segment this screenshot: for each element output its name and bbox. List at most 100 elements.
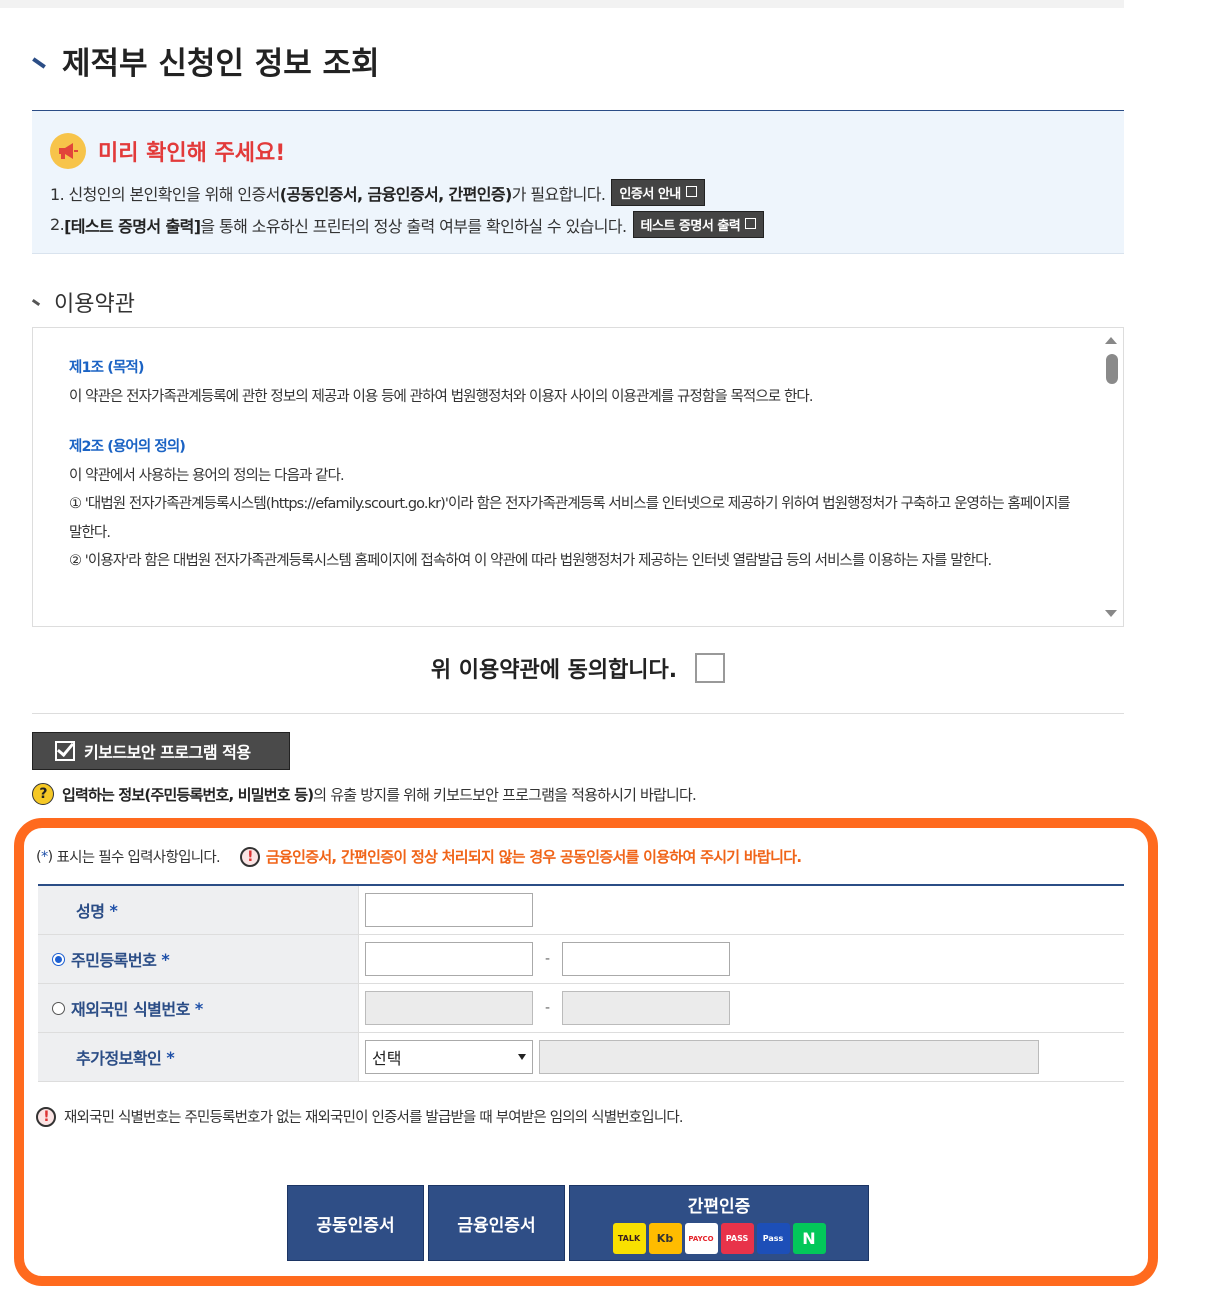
notice-line-2-pre: 2. bbox=[50, 215, 65, 234]
keyboard-note-bold: 입력하는 정보(주민등록번호, 비밀번호 등) bbox=[62, 785, 314, 804]
article-line: ① '대법원 전자가족관계등록시스템(https://efamily.scour… bbox=[69, 496, 1071, 541]
page-title-text: 제적부 신청인 정보 조회 bbox=[62, 46, 380, 82]
cert-guide-button[interactable]: 인증서 안내 bbox=[611, 179, 705, 206]
foreign-label-text: 재외국민 식별번호 bbox=[71, 1000, 190, 1019]
payco-icon: PAYCO bbox=[684, 1223, 718, 1254]
terms-scroll-box[interactable]: 제1조 (목적) 이 약관은 전자가족관계등록에 관한 정보의 제공과 이용 등… bbox=[32, 327, 1124, 627]
resident-cell: - bbox=[359, 935, 1124, 983]
cert-warning-text: 금융인증서, 간편인증이 정상 처리되지 않는 경우 공동인증서를 이용하여 주… bbox=[265, 848, 802, 866]
dash: - bbox=[545, 951, 551, 967]
required-suffix: ) bbox=[47, 848, 54, 865]
scroll-up-arrow-icon[interactable] bbox=[1105, 337, 1117, 344]
notice-line-2: 2. [테스트 증명서 출력] 을 통해 소유하신 프린터의 정상 출력 여부를 … bbox=[50, 211, 765, 238]
terms-content: 제1조 (목적) 이 약관은 전자가족관계등록에 관한 정보의 제공과 이용 등… bbox=[69, 354, 1079, 576]
article-title: 제2조 (용어의 정의) bbox=[69, 439, 186, 455]
finance-cert-button-label: 금융인증서 bbox=[457, 1215, 536, 1236]
extra-label: 추가정보확인 * bbox=[38, 1033, 359, 1081]
joint-cert-button-label: 공동인증서 bbox=[316, 1215, 395, 1236]
foreign-id-front-input[interactable] bbox=[365, 991, 533, 1025]
required-star: * bbox=[166, 1047, 175, 1067]
simple-auth-provider-icons: TALK Kb PAYCO PASS Pass N bbox=[612, 1223, 826, 1254]
foreign-id-note: ! 재외국민 식별번호는 주민등록번호가 없는 재외국민이 인증서를 발급받을 … bbox=[36, 1106, 684, 1127]
extra-label-text: 추가정보확인 bbox=[76, 1049, 162, 1068]
article-title: 제1조 (목적) bbox=[69, 360, 144, 376]
terms-agree-checkbox[interactable] bbox=[695, 653, 726, 683]
extra-info-input[interactable] bbox=[539, 1040, 1039, 1074]
question-icon: ? bbox=[32, 783, 54, 805]
samsung-pass-icon: Pass bbox=[756, 1223, 790, 1254]
exclamation-icon: ! bbox=[239, 846, 260, 867]
foreign-id-back-input[interactable] bbox=[562, 991, 731, 1025]
section-marker-icon bbox=[31, 298, 41, 306]
title-marker-icon bbox=[32, 56, 46, 69]
top-strip bbox=[0, 0, 1124, 8]
terms-scrollbar[interactable] bbox=[1099, 328, 1123, 626]
external-link-icon bbox=[685, 186, 697, 197]
terms-article-2: 제2조 (용어의 정의) 이 약관에서 사용하는 용어의 정의는 다음과 같다.… bbox=[69, 433, 1079, 576]
required-notice-row: (*) 표시는 필수 입력사항입니다. ! 금융인증서, 간편인증이 정상 처리… bbox=[36, 846, 802, 867]
article-line: 이 약관은 전자가족관계등록에 관한 정보의 제공과 이용 등에 관하여 법원행… bbox=[69, 388, 813, 405]
test-print-button[interactable]: 테스트 증명서 출력 bbox=[632, 211, 765, 238]
dropdown-arrow-icon bbox=[518, 1054, 526, 1060]
naver-icon: N bbox=[792, 1223, 826, 1254]
keyboard-security-button-label: 키보드보안 프로그램 적용 bbox=[84, 743, 251, 762]
terms-section-title: 이용약관 bbox=[31, 286, 135, 318]
notice-line-2-bold: [테스트 증명서 출력] bbox=[64, 216, 201, 236]
required-star: * bbox=[194, 998, 203, 1018]
name-cell bbox=[359, 886, 1124, 934]
name-label: 성명 * bbox=[38, 886, 359, 934]
page-title: 제적부 신청인 정보 조회 bbox=[32, 38, 380, 83]
resident-number-back-input[interactable] bbox=[562, 942, 731, 976]
form-row-extra: 추가정보확인 * 선택 bbox=[38, 1033, 1124, 1082]
cert-guide-button-label: 인증서 안내 bbox=[619, 187, 681, 202]
form-row-name: 성명 * bbox=[38, 886, 1124, 935]
external-link-icon bbox=[745, 218, 757, 229]
kb-icon: Kb bbox=[648, 1223, 682, 1254]
keyboard-note-rest: 의 유출 방지를 위해 키보드보안 프로그램을 적용하시기 바랍니다. bbox=[313, 785, 697, 804]
notice-header: 미리 확인해 주세요! bbox=[50, 133, 285, 169]
checkbox-checked-icon bbox=[55, 741, 75, 761]
resident-label: 주민등록번호 * bbox=[38, 935, 359, 983]
foreign-cell: - bbox=[359, 984, 1124, 1032]
required-star: * bbox=[109, 900, 118, 920]
scroll-down-arrow-icon[interactable] bbox=[1105, 610, 1117, 617]
notice-line-1: 1. 신청인의 본인확인을 위해 인증서 (공동인증서, 금융인증서, 간편인증)… bbox=[50, 179, 705, 206]
kakao-talk-icon: TALK bbox=[612, 1223, 646, 1254]
required-star: * bbox=[161, 949, 170, 969]
resident-radio[interactable] bbox=[52, 952, 65, 966]
exclamation-icon: ! bbox=[36, 1106, 56, 1127]
terms-agree-label: 위 이용약관에 동의합니다. bbox=[430, 658, 678, 683]
keyboard-security-button[interactable]: 키보드보안 프로그램 적용 bbox=[32, 732, 290, 770]
resident-label-text: 주민등록번호 bbox=[71, 951, 157, 970]
extra-info-select-value: 선택 bbox=[372, 1049, 402, 1068]
simple-auth-button-label: 간편인증 bbox=[687, 1197, 751, 1217]
name-label-text: 성명 bbox=[76, 902, 105, 921]
joint-cert-button[interactable]: 공동인증서 bbox=[287, 1185, 424, 1261]
resident-number-front-input[interactable] bbox=[365, 942, 533, 976]
scroll-thumb[interactable] bbox=[1106, 354, 1118, 384]
notice-title: 미리 확인해 주세요! bbox=[98, 141, 286, 166]
notice-line-1-pre: 1. 신청인의 본인확인을 위해 인증서 bbox=[50, 184, 280, 204]
name-input[interactable] bbox=[365, 893, 533, 927]
notice-line-1-post: 가 필요합니다. bbox=[511, 184, 606, 204]
extra-info-select[interactable]: 선택 bbox=[365, 1040, 533, 1074]
terms-article-1: 제1조 (목적) 이 약관은 전자가족관계등록에 관한 정보의 제공과 이용 등… bbox=[69, 354, 1079, 411]
divider bbox=[32, 713, 1124, 714]
article-line: 이 약관에서 사용하는 용어의 정의는 다음과 같다. bbox=[69, 467, 345, 484]
foreign-radio[interactable] bbox=[52, 1001, 65, 1015]
finance-cert-button[interactable]: 금융인증서 bbox=[428, 1185, 565, 1261]
simple-auth-button[interactable]: 간편인증 TALK Kb PAYCO PASS Pass N bbox=[569, 1185, 869, 1261]
notice-box: 미리 확인해 주세요! 1. 신청인의 본인확인을 위해 인증서 (공동인증서, … bbox=[32, 110, 1124, 254]
notice-line-2-post: 을 통해 소유하신 프린터의 정상 출력 여부를 확인하실 수 있습니다. bbox=[200, 216, 627, 236]
dash: - bbox=[545, 1000, 551, 1016]
article-line: ② '이용자'라 함은 대법원 전자가족관계등록시스템 홈페이지에 접속하여 이… bbox=[69, 553, 992, 569]
pass-icon: PASS bbox=[720, 1223, 754, 1254]
notice-line-1-bold: (공동인증서, 금융인증서, 간편인증) bbox=[279, 184, 513, 204]
terms-agree-row: 위 이용약관에 동의합니다. bbox=[0, 652, 1156, 684]
keyboard-security-note: ? 입력하는 정보(주민등록번호, 비밀번호 등) 의 유출 방지를 위해 키보드… bbox=[32, 783, 697, 805]
extra-cell: 선택 bbox=[359, 1033, 1124, 1081]
foreign-id-note-text: 재외국민 식별번호는 주민등록번호가 없는 재외국민이 인증서를 발급받을 때 … bbox=[64, 1110, 684, 1126]
test-print-button-label: 테스트 증명서 출력 bbox=[640, 219, 741, 234]
form-row-foreign: 재외국민 식별번호 * - bbox=[38, 984, 1124, 1033]
foreign-label: 재외국민 식별번호 * bbox=[38, 984, 359, 1032]
